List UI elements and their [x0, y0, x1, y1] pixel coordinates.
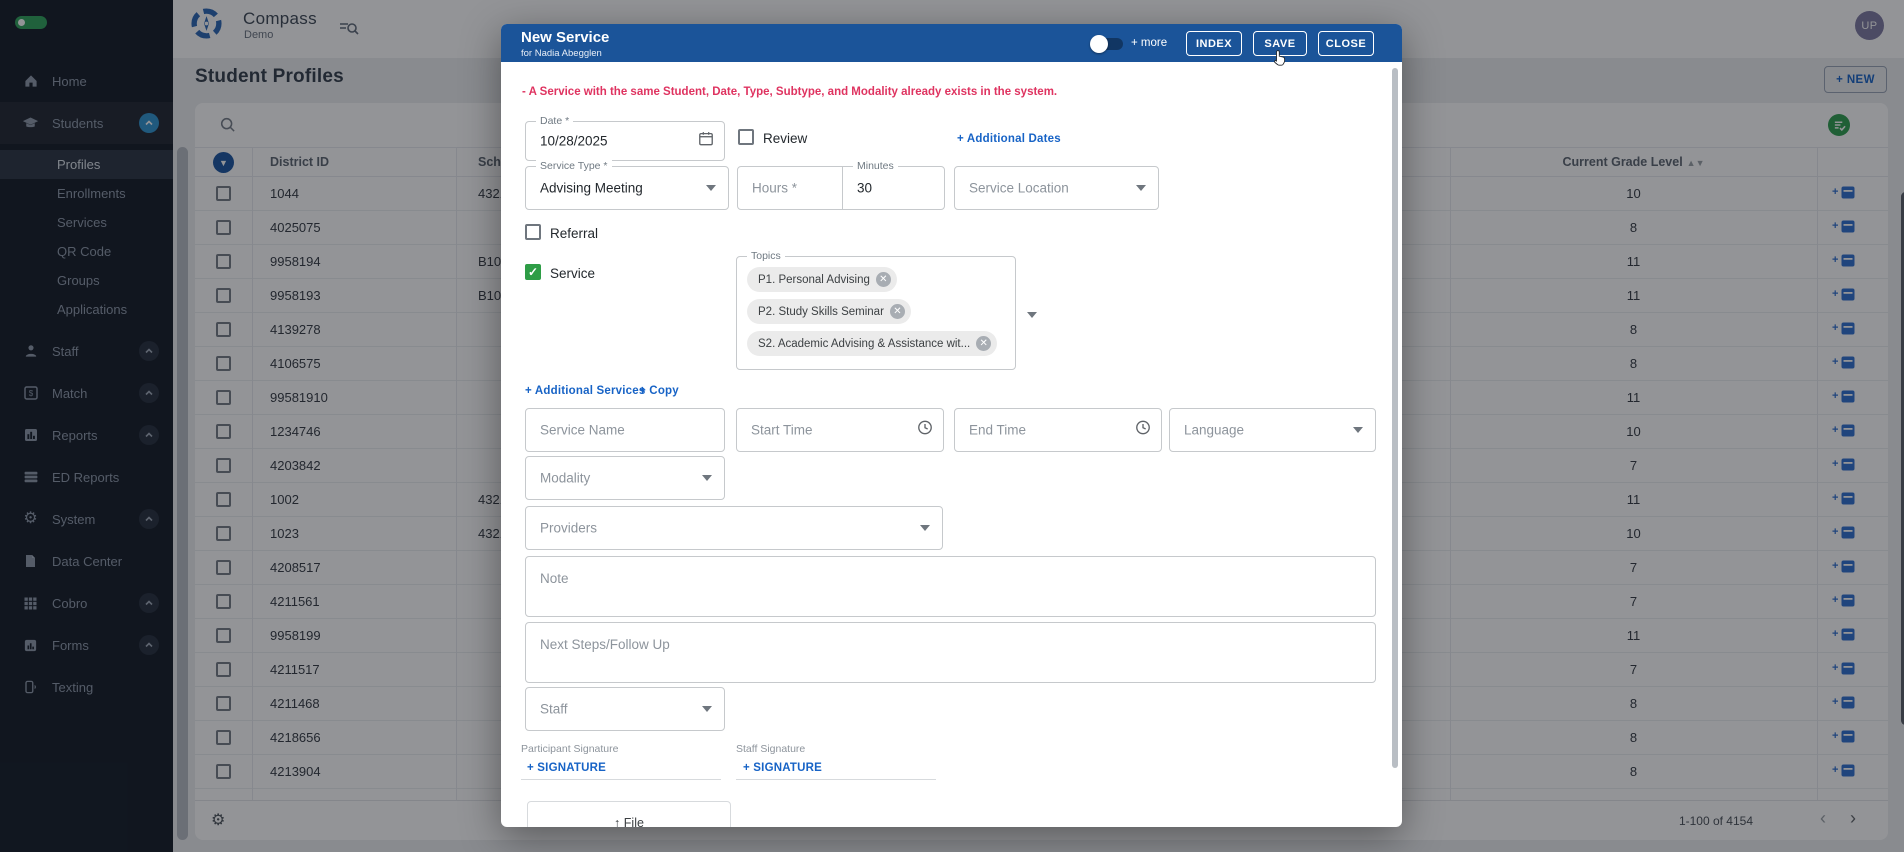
chip-label: P1. Personal Advising: [758, 273, 870, 286]
participant-signature-line: [521, 779, 721, 780]
file-upload-label: File: [623, 816, 644, 827]
chevron-down-icon: [706, 185, 716, 191]
app-screen: Home Students Profiles Enrollments Servi…: [0, 0, 1904, 852]
topic-chip[interactable]: P2. Study Skills Seminar ✕: [747, 299, 911, 324]
remove-chip-icon[interactable]: ✕: [976, 336, 992, 351]
providers-placeholder: Providers: [540, 520, 598, 536]
chip-label: S2. Academic Advising & Assistance wit..…: [758, 337, 971, 350]
note-placeholder: Note: [540, 571, 569, 586]
participant-signature-button[interactable]: + SIGNATURE: [527, 762, 606, 774]
chevron-down-icon: [702, 706, 712, 712]
hours-placeholder: Hours *: [752, 180, 798, 196]
note-textarea[interactable]: Note: [525, 556, 1376, 617]
clock-icon[interactable]: [917, 420, 933, 441]
topics-multiselect[interactable]: Topics P1. Personal Advising ✕ P2. Study…: [736, 250, 1037, 370]
chevron-down-icon: [920, 525, 930, 531]
chevron-down-icon: [702, 475, 712, 481]
next-steps-placeholder: Next Steps/Follow Up: [540, 637, 670, 652]
close-button[interactable]: CLOSE: [1318, 31, 1374, 56]
toggle-knob: [1090, 35, 1108, 53]
staff-select[interactable]: Staff: [525, 687, 725, 731]
remove-chip-icon[interactable]: ✕: [875, 272, 891, 287]
start-time-placeholder: Start Time: [751, 422, 813, 438]
review-label: Review: [763, 131, 808, 146]
staff-placeholder: Staff: [540, 701, 568, 717]
new-service-modal: New Service for Nadia Abegglen + more IN…: [501, 24, 1402, 827]
service-checkbox[interactable]: ✓: [525, 264, 541, 280]
providers-select[interactable]: Providers: [525, 506, 943, 550]
service-type-select[interactable]: Service Type * Advising Meeting: [525, 160, 729, 210]
service-name-placeholder: Service Name: [540, 422, 625, 438]
field-label: Minutes: [853, 160, 898, 172]
referral-checkbox[interactable]: [525, 224, 541, 240]
clock-icon[interactable]: [1135, 420, 1151, 441]
more-label: + more: [1131, 37, 1168, 49]
service-name-field[interactable]: Service Name: [525, 408, 725, 452]
language-placeholder: Language: [1184, 422, 1245, 438]
additional-dates-link[interactable]: + Additional Dates: [957, 133, 1061, 145]
chevron-down-icon: [1136, 185, 1146, 191]
topics-chips: P1. Personal Advising ✕ P2. Study Skills…: [747, 267, 998, 356]
language-select[interactable]: Language: [1169, 408, 1376, 452]
additional-services-link[interactable]: + Additional Services: [525, 385, 645, 397]
modal-title: New Service: [521, 29, 610, 46]
end-time-placeholder: End Time: [969, 422, 1027, 438]
start-time-field[interactable]: Start Time: [736, 408, 944, 452]
more-toggle[interactable]: [1090, 35, 1123, 53]
duplicate-service-warning: - A Service with the same Student, Date,…: [522, 86, 1058, 98]
modal-subtitle: for Nadia Abegglen: [521, 48, 602, 59]
chevron-down-icon: [1027, 312, 1037, 318]
staff-signature-line: [736, 779, 936, 780]
mouse-cursor-icon: [1271, 49, 1287, 72]
minutes-field[interactable]: Minutes 30: [842, 160, 945, 210]
modality-select[interactable]: Modality: [525, 456, 725, 500]
referral-label: Referral: [550, 226, 599, 241]
index-button[interactable]: INDEX: [1186, 31, 1242, 56]
modal-scrollbar[interactable]: [1392, 68, 1398, 768]
modal-header: New Service for Nadia Abegglen + more IN…: [501, 24, 1402, 66]
calendar-icon[interactable]: [698, 131, 714, 152]
staff-signature-button[interactable]: + SIGNATURE: [743, 762, 822, 774]
field-label: Service Type *: [536, 160, 612, 172]
copy-link[interactable]: + Copy: [639, 385, 679, 397]
chip-label: P2. Study Skills Seminar: [758, 305, 884, 318]
review-checkbox[interactable]: [738, 129, 754, 145]
topic-chip[interactable]: P1. Personal Advising ✕: [747, 267, 897, 292]
minutes-value: 30: [857, 180, 873, 196]
service-label: Service: [550, 266, 596, 281]
topic-chip[interactable]: S2. Academic Advising & Assistance wit..…: [747, 331, 998, 356]
modality-placeholder: Modality: [540, 470, 591, 486]
field-label: Date *: [536, 115, 574, 127]
service-location-select[interactable]: Service Location: [954, 166, 1159, 210]
chevron-down-icon: [1353, 427, 1363, 433]
service-type-value: Advising Meeting: [540, 180, 643, 196]
date-field[interactable]: Date * 10/28/2025: [525, 115, 725, 161]
upload-icon: ↑: [614, 816, 621, 827]
participant-signature-label: Participant Signature: [521, 743, 619, 755]
field-label: Topics: [747, 250, 785, 262]
file-upload-dropzone[interactable]: ↑ File: [527, 801, 731, 827]
hours-field[interactable]: Hours *: [737, 166, 843, 210]
remove-chip-icon[interactable]: ✕: [889, 304, 905, 319]
staff-signature-label: Staff Signature: [736, 743, 806, 755]
date-value: 10/28/2025: [540, 133, 608, 149]
next-steps-textarea[interactable]: Next Steps/Follow Up: [525, 622, 1376, 683]
service-location-placeholder: Service Location: [969, 180, 1069, 196]
end-time-field[interactable]: End Time: [954, 408, 1162, 452]
